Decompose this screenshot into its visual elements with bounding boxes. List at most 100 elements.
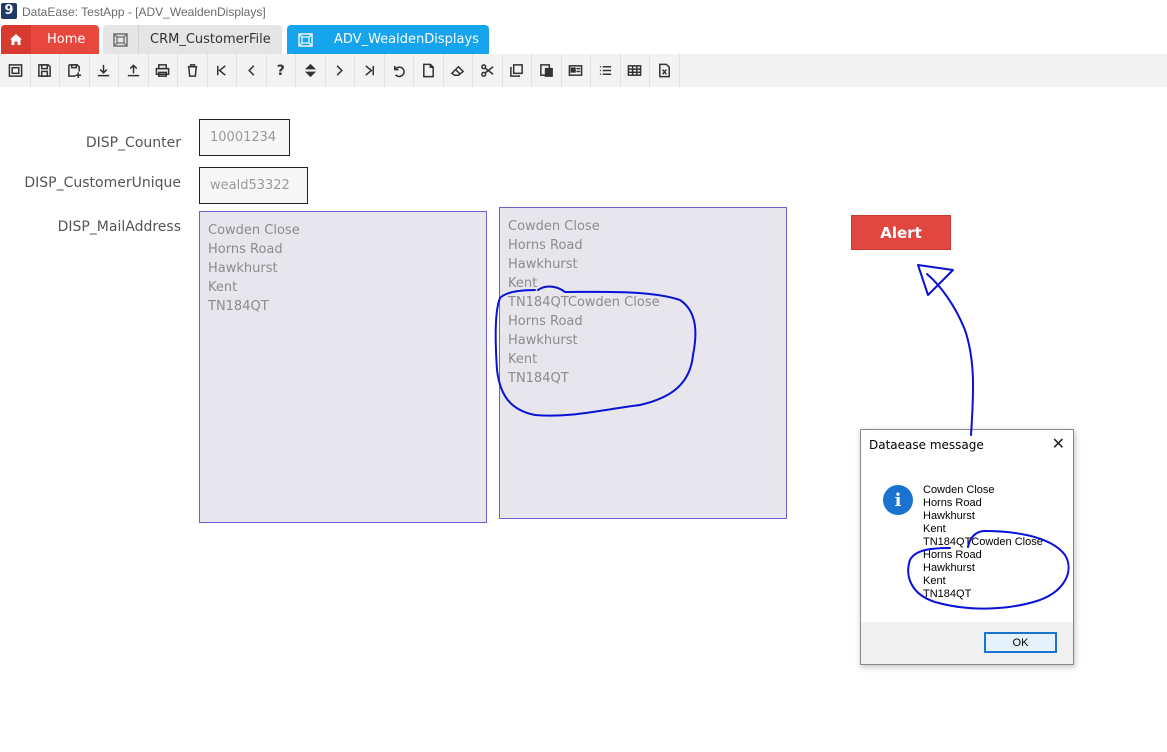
dialog-footer: OK: [861, 622, 1073, 664]
counter-value: 10001234: [210, 130, 277, 145]
table-view-icon: [627, 65, 642, 76]
tab-adv-label: ADV_WealdenDisplays: [334, 32, 479, 47]
address-line: Horns Road: [508, 238, 583, 253]
message-line: Horns Road: [923, 497, 982, 509]
window-title: DataEase: TestApp - [ADV_WealdenDisplays…: [22, 5, 266, 19]
address-line: Hawkhurst: [508, 333, 578, 348]
print-button[interactable]: [149, 54, 178, 87]
counter-label: DISP_Counter: [85, 135, 181, 151]
save-add-icon: [67, 64, 81, 78]
address-line: Kent: [508, 276, 538, 291]
message-line: Kent: [923, 575, 946, 587]
form-view-button[interactable]: [1, 54, 31, 87]
tab-crm-label: CRM_CustomerFile: [150, 32, 271, 47]
save-button[interactable]: [31, 54, 60, 87]
list-view-icon: [599, 66, 611, 75]
address-line: TN184QTCowden Close: [508, 295, 660, 310]
download-icon: [98, 64, 110, 77]
alert-button[interactable]: Alert: [851, 215, 951, 250]
save-icon: [38, 64, 52, 77]
counter-field[interactable]: 10001234: [199, 119, 290, 156]
copy-icon: [510, 64, 524, 77]
address-line: Horns Road: [508, 314, 583, 329]
cut-button[interactable]: [473, 54, 503, 87]
message-line: Cowden Close: [923, 484, 995, 496]
app-logo-icon: 9: [1, 3, 17, 19]
new-document-button[interactable]: [414, 54, 444, 87]
info-icon: i: [883, 485, 913, 515]
next-record-icon: [336, 65, 344, 76]
customer-unique-field[interactable]: weald53322: [199, 167, 308, 204]
copy-button[interactable]: [503, 54, 532, 87]
title-bar: 9 DataEase: TestApp - [ADV_WealdenDispla…: [0, 0, 1167, 24]
eraser-button[interactable]: [444, 54, 473, 87]
card-view-button[interactable]: [562, 54, 591, 87]
ok-button[interactable]: OK: [984, 632, 1057, 653]
previous-record-button[interactable]: [237, 54, 267, 87]
message-line: Horns Road: [923, 549, 982, 561]
mail-address-field[interactable]: Cowden Close Horns Road Hawkhurst Kent T…: [199, 211, 487, 523]
upload-button[interactable]: [119, 54, 149, 87]
delete-icon: [187, 64, 197, 77]
previous-record-icon: [247, 65, 255, 76]
mail-address-label: DISP_MailAddress: [57, 219, 181, 235]
card-view-icon: [568, 65, 583, 76]
tab-home-label: Home: [47, 32, 86, 47]
new-document-icon: [422, 63, 434, 78]
tab-adv-wealdendisplays[interactable]: ADV_WealdenDisplays: [287, 25, 489, 54]
message-dialog: Dataease message ✕ i Cowden Close Horns …: [860, 429, 1074, 665]
close-icon[interactable]: ✕: [1052, 434, 1065, 453]
last-record-icon: [365, 65, 374, 76]
message-line: Kent: [923, 523, 946, 535]
list-view-button[interactable]: [591, 54, 621, 87]
customer-unique-value: weald53322: [210, 178, 290, 193]
cut-icon: [480, 64, 494, 77]
first-record-button[interactable]: [208, 54, 237, 87]
eraser-icon: [450, 65, 465, 76]
address-line: Hawkhurst: [208, 261, 278, 276]
address-line: Cowden Close: [508, 219, 600, 234]
upload-icon: [127, 64, 139, 77]
mail-address-field-2[interactable]: Cowden Close Horns Road Hawkhurst Kent T…: [499, 207, 787, 519]
download-button[interactable]: [90, 54, 119, 87]
tab-crm-customerfile[interactable]: CRM_CustomerFile: [103, 25, 282, 54]
message-line: Hawkhurst: [923, 562, 975, 574]
tab-home[interactable]: Home: [1, 25, 99, 54]
sort-icon: [304, 63, 316, 78]
dialog-message: Cowden Close Horns Road Hawkhurst Kent T…: [923, 484, 1043, 601]
paste-icon: [539, 64, 553, 77]
address-line: TN184QT: [508, 371, 569, 386]
message-line: TN184QTCowden Close: [923, 536, 1043, 548]
message-line: TN184QT: [923, 588, 972, 600]
address-line: Hawkhurst: [508, 257, 578, 272]
toolbar: ?: [0, 54, 1167, 87]
sort-button[interactable]: [296, 54, 326, 87]
table-view-button[interactable]: [621, 54, 650, 87]
help-button[interactable]: ?: [267, 54, 296, 87]
form-icon: [287, 25, 323, 54]
annotation-arrow-shaft: [926, 273, 975, 436]
delete-button[interactable]: [178, 54, 208, 87]
undo-button[interactable]: [385, 54, 414, 87]
first-record-icon: [217, 65, 226, 76]
help-icon: ?: [276, 62, 285, 79]
tab-bar: Home CRM_CustomerFile ADV_WealdenDisplay…: [0, 24, 1167, 54]
address-line: Kent: [508, 352, 538, 367]
paste-button[interactable]: [532, 54, 562, 87]
annotation-arrowhead: [917, 264, 954, 296]
form-view-icon: [8, 64, 23, 77]
next-record-button[interactable]: [326, 54, 355, 87]
address-line: TN184QT: [208, 299, 269, 314]
excel-export-icon: [658, 63, 670, 78]
dialog-title: Dataease message: [869, 438, 984, 452]
save-add-button[interactable]: [60, 54, 90, 87]
address-line: Kent: [208, 280, 238, 295]
address-line: Horns Road: [208, 242, 283, 257]
last-record-button[interactable]: [355, 54, 385, 87]
address-line: Cowden Close: [208, 223, 300, 238]
print-icon: [155, 64, 170, 77]
undo-icon: [394, 65, 406, 78]
form-icon: [103, 25, 139, 54]
customer-unique-label: DISP_CustomerUnique: [24, 175, 181, 191]
excel-export-button[interactable]: [650, 54, 680, 87]
